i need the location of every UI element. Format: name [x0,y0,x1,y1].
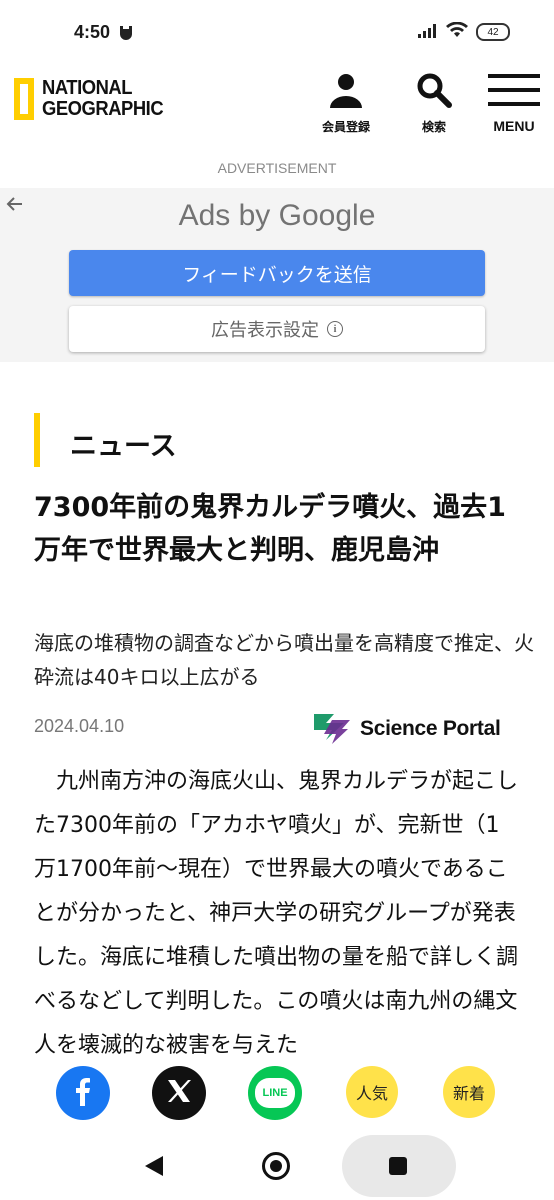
article-date: 2024.04.10 [34,716,125,736]
member-register-button[interactable]: 会員登録 [322,72,370,135]
popular-label: 人気 [355,1084,388,1103]
nav-home-dot [270,1160,282,1172]
logo-line2: GEOGRAPHIC [42,98,164,120]
source-logo[interactable]: Science Portal [310,710,501,748]
menu-button[interactable]: MENU [488,72,540,134]
status-time: 4:50 [74,22,111,42]
article-title: 7300年前の鬼界カルデラ噴火、過去1万年で世界最大と判明、鹿児島沖 [34,492,506,566]
article-body: 九州南方沖の海底火山、鬼界カルデラが起こした7300年前の「アカホヤ噴火」が、完… [34,769,519,1058]
search-label: 検索 [421,120,446,134]
battery-indicator: 42 [476,23,510,41]
new-articles-button[interactable]: 新着 [443,1066,495,1118]
logo-yellow-border [14,78,34,120]
line-icon: LINE [255,1078,295,1108]
nav-home-icon[interactable] [262,1152,290,1180]
signal-icon [418,23,438,42]
facebook-icon [68,1076,98,1110]
popular-articles-button[interactable]: 人気 [346,1066,398,1118]
hamburger-icon [488,72,540,112]
ad-settings-label: 広告表示設定 [211,320,319,341]
menu-label: MENU [493,118,535,134]
facebook-share-button[interactable] [56,1066,110,1120]
ads-by-brand: Google [278,199,376,232]
article-subtitle: 海底の堆積物の調査などから噴出量を高精度で推定、火砕流は40キロ以上広がる [34,631,534,689]
natgeo-logo[interactable]: NATIONAL GEOGRAPHIC [14,78,174,120]
member-register-label: 会員登録 [322,120,371,134]
ad-settings-button[interactable]: 広告表示設定 i [69,306,485,352]
section-title: ニュース [70,431,177,462]
notification-icon [118,24,134,44]
send-feedback-label: フィードバックを送信 [182,263,372,286]
info-icon: i [327,321,343,337]
nav-recents-icon[interactable] [389,1157,407,1175]
advertisement-label: ADVERTISEMENT [217,160,337,176]
status-icons: 42 [418,21,510,42]
section-accent-bar [34,413,40,467]
source-name: Science Portal [360,717,501,740]
wifi-icon [446,21,468,42]
logo-line1: NATIONAL [42,77,133,99]
send-feedback-button[interactable]: フィードバックを送信 [69,250,485,296]
nav-back-icon[interactable] [145,1156,163,1176]
status-bar: 4:50 42 [0,0,554,52]
science-portal-logo-icon [310,710,354,748]
x-logo-icon [165,1077,193,1109]
search-button[interactable]: 検索 [416,72,452,135]
user-icon [328,72,364,112]
ads-by-prefix: Ads by [178,199,271,232]
ads-by-google: Ads by Google [0,199,554,233]
search-icon [416,72,452,112]
x-share-button[interactable] [152,1066,206,1120]
line-label: LINE [262,1087,288,1099]
line-share-button[interactable]: LINE [248,1066,302,1120]
new-label: 新着 [452,1084,485,1103]
